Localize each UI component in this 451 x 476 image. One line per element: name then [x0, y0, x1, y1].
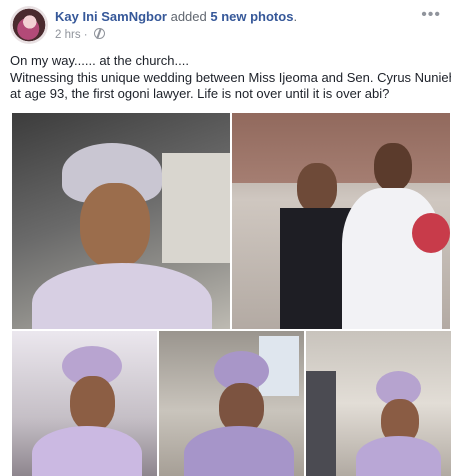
- photo-woman-in-church[interactable]: [159, 331, 304, 476]
- dress: [32, 263, 212, 329]
- post-meta: 2 hrs ·: [55, 28, 105, 41]
- action-text: added 5 new photos.: [170, 9, 298, 24]
- photos-count-link[interactable]: 5 new photos: [210, 9, 293, 24]
- face: [80, 183, 150, 268]
- groom-head: [297, 163, 337, 213]
- post-text-line: On my way...... at the church....: [10, 53, 189, 68]
- photo-woman-purple-headwrap[interactable]: [12, 331, 157, 476]
- photo-woman-in-hall[interactable]: [306, 331, 451, 476]
- wedding-dress: [342, 188, 442, 329]
- post-header: Kay Ini SamNgbor added 5 new photos. 2 h…: [10, 6, 441, 46]
- photo-woman-in-car[interactable]: [12, 113, 230, 329]
- globe-icon[interactable]: [93, 28, 105, 39]
- post-attribution: Kay Ini SamNgbor added 5 new photos.: [55, 9, 297, 24]
- bouquet: [412, 213, 450, 253]
- bride-head: [374, 143, 412, 191]
- post-text-line: at age 93, the first ogoni lawyer. Life …: [10, 86, 390, 101]
- post-text-line: Witnessing this unique wedding between M…: [10, 69, 451, 85]
- photo-wedding-couple[interactable]: [232, 113, 450, 329]
- avatar[interactable]: [10, 6, 48, 44]
- timestamp[interactable]: 2 hrs: [55, 29, 81, 41]
- author-name[interactable]: Kay Ini SamNgbor: [55, 9, 167, 24]
- post-text: On my way...... at the church.... Witnes…: [10, 53, 451, 103]
- meta-separator: ·: [83, 29, 88, 41]
- post-options-button[interactable]: •••: [421, 6, 441, 24]
